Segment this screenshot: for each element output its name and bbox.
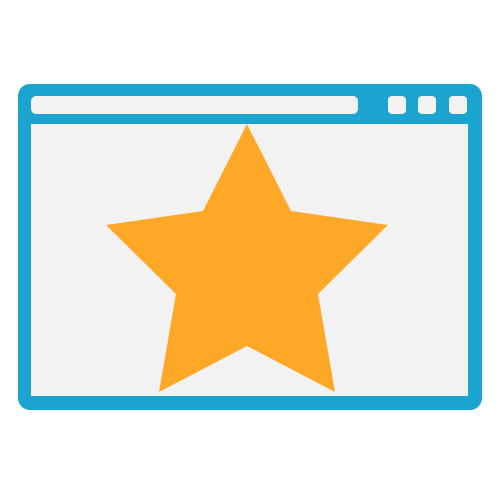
window-button-2	[418, 96, 436, 114]
browser-window-star-icon	[18, 84, 482, 410]
window-button-1	[388, 96, 406, 114]
address-bar	[31, 96, 358, 114]
window-button-3	[449, 96, 467, 114]
icon-canvas	[0, 0, 500, 500]
